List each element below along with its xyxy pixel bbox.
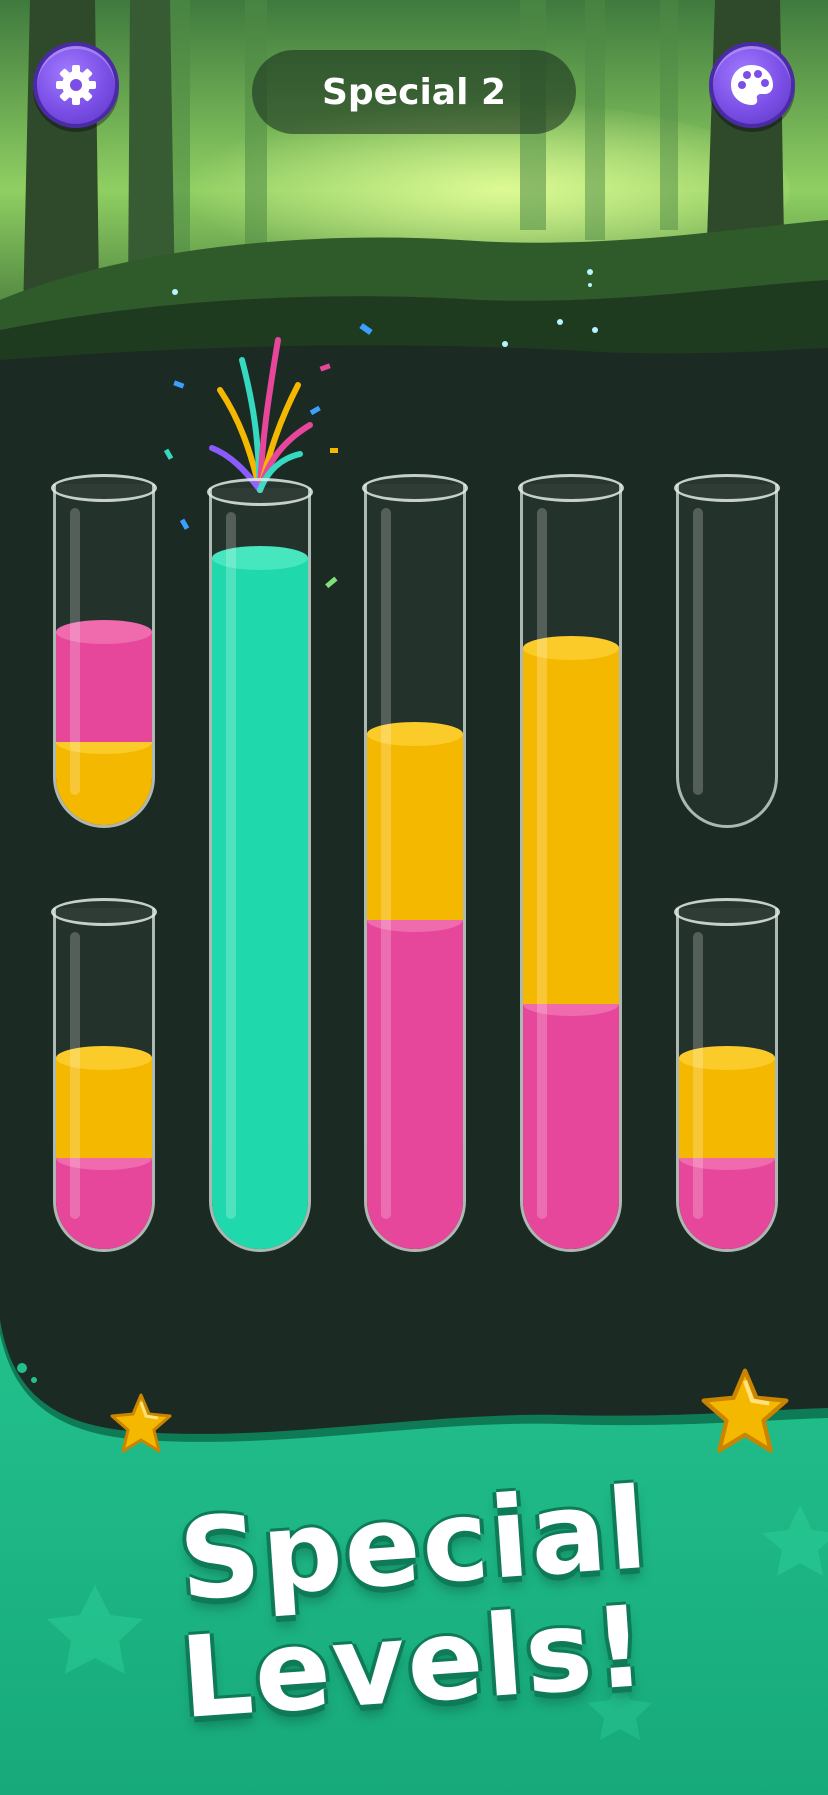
tube-rim [51,898,157,926]
tube-glass [53,484,155,828]
tube-3[interactable] [362,474,468,1252]
tube-glass [209,488,311,1252]
palette-icon [731,65,773,105]
star-icon [701,1368,789,1453]
tube-rim [207,478,313,506]
tube-2[interactable] [207,478,313,1252]
tube-glass [676,908,778,1252]
gear-icon [56,65,96,105]
game-screen: Special 2 Special Levels! [0,0,828,1795]
tube-glass [520,484,622,1252]
tube-glass [53,908,155,1252]
settings-button[interactable] [33,42,119,128]
level-title: Special 2 [252,50,576,134]
tube-rim [674,474,780,502]
tube-1[interactable] [51,474,157,828]
tube-glass [364,484,466,1252]
star-icon [110,1393,172,1453]
tube-5[interactable] [674,474,780,828]
tube-rim [674,898,780,926]
tube-6[interactable] [51,898,157,1252]
tube-7[interactable] [674,898,780,1252]
tube-rim [51,474,157,502]
tube-rim [362,474,468,502]
tube-glass [676,484,778,828]
theme-button[interactable] [709,42,795,128]
tube-4[interactable] [518,474,624,1252]
tube-rim [518,474,624,502]
